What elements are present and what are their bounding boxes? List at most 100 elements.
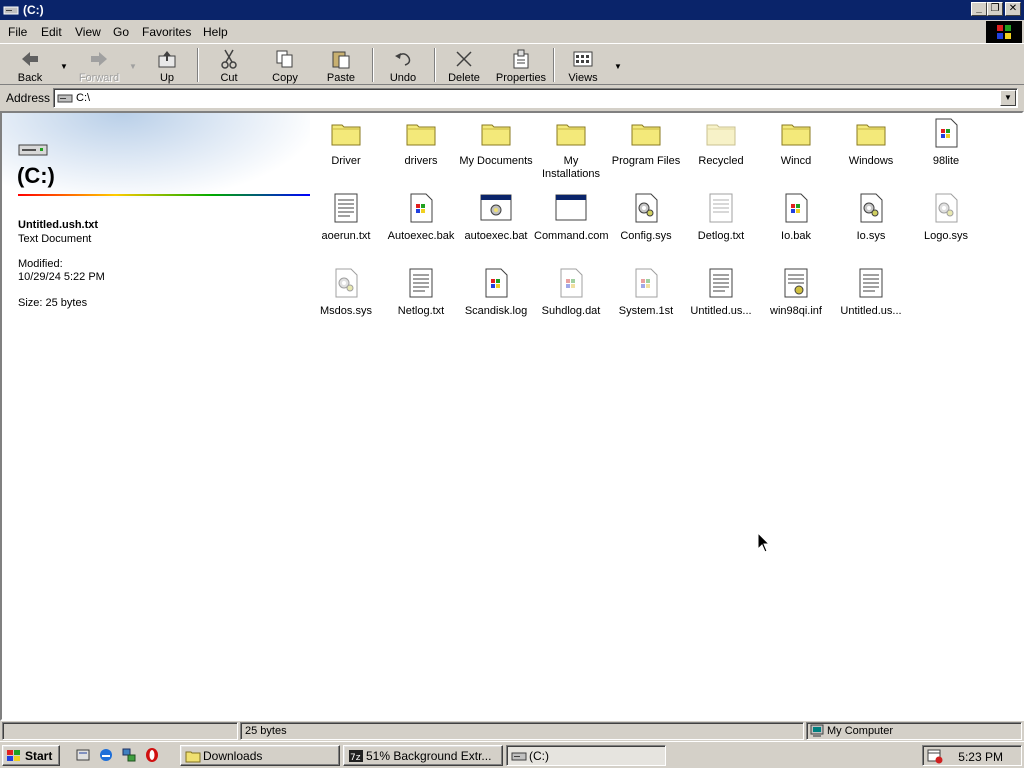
copy-icon xyxy=(276,50,293,68)
back-button[interactable]: Back xyxy=(6,46,54,84)
delete-button[interactable]: Delete xyxy=(443,46,485,84)
file-name: Autoexec.bak xyxy=(387,230,455,242)
file-item[interactable]: Netlog.txt xyxy=(384,267,458,318)
file-item[interactable]: Suhdlog.dat xyxy=(534,267,608,318)
minimize-button[interactable]: _ xyxy=(971,2,987,16)
forward-dropdown-icon[interactable]: ▼ xyxy=(129,62,137,71)
start-button[interactable]: Start xyxy=(2,745,60,766)
properties-label: Properties xyxy=(495,72,547,84)
up-button[interactable]: Up xyxy=(145,46,189,84)
windows-file-icon xyxy=(405,192,437,224)
views-button[interactable]: Views xyxy=(562,46,604,84)
file-item[interactable]: drivers xyxy=(384,117,458,168)
forward-button[interactable]: Forward xyxy=(74,46,124,84)
folder-icon xyxy=(480,117,512,149)
task-downloads[interactable]: Downloads xyxy=(180,745,340,766)
paste-button[interactable]: Paste xyxy=(320,46,362,84)
dos-app-icon xyxy=(555,192,587,224)
windows-file-hidden-icon xyxy=(630,267,662,299)
file-name: Io.bak xyxy=(781,230,811,242)
file-item[interactable]: Scandisk.log xyxy=(459,267,533,318)
text-file-icon xyxy=(855,267,887,299)
address-field[interactable]: C:\ ▼ xyxy=(53,88,1018,108)
file-item[interactable]: My Documents xyxy=(459,117,533,168)
file-item[interactable]: Io.sys xyxy=(834,192,908,243)
copy-button[interactable]: Copy xyxy=(264,46,306,84)
folder-icon xyxy=(330,117,362,149)
folder-icon xyxy=(405,117,437,149)
svg-text:7z: 7z xyxy=(350,753,361,763)
undo-button[interactable]: Undo xyxy=(382,46,424,84)
file-item[interactable]: Detlog.txt xyxy=(684,192,758,243)
file-list: Driver drivers My Documents My Installat… xyxy=(2,113,1022,719)
folder-icon xyxy=(630,117,662,149)
properties-button[interactable]: Properties xyxy=(494,46,548,84)
forward-arrow-icon xyxy=(91,52,107,66)
my-computer-icon xyxy=(810,724,824,737)
windows-file-hidden-icon xyxy=(555,267,587,299)
menu-go[interactable]: Go xyxy=(113,25,129,39)
file-item[interactable]: My Installations xyxy=(534,117,608,181)
undo-icon xyxy=(395,53,411,66)
file-item[interactable]: 98lite xyxy=(909,117,983,168)
file-item[interactable]: aoerun.txt xyxy=(309,192,383,243)
scheduler-icon[interactable] xyxy=(927,748,943,764)
internet-explorer-icon[interactable] xyxy=(98,747,114,763)
drive-icon xyxy=(511,752,527,761)
task-drive-c[interactable]: (C:) xyxy=(506,745,666,766)
opera-icon[interactable] xyxy=(144,747,160,763)
cut-button[interactable]: Cut xyxy=(208,46,250,84)
address-bar: Address C:\ ▼ xyxy=(0,86,1024,110)
file-item[interactable]: Autoexec.bak xyxy=(384,192,458,243)
title-bar[interactable]: (C:) _ ❐ ✕ xyxy=(0,0,1024,20)
file-name: drivers xyxy=(404,155,438,167)
7zip-icon: 7z xyxy=(349,750,363,763)
file-name: win98qi.inf xyxy=(770,305,822,317)
file-item[interactable]: Untitled.us... xyxy=(684,267,758,318)
file-name: My Documents xyxy=(459,155,533,167)
back-dropdown-icon[interactable]: ▼ xyxy=(60,62,68,71)
file-item[interactable]: Driver xyxy=(309,117,383,168)
file-item[interactable]: Program Files xyxy=(609,117,683,168)
menu-edit[interactable]: Edit xyxy=(41,25,62,39)
folder-hidden-icon xyxy=(705,117,737,149)
show-desktop-icon[interactable] xyxy=(75,747,91,763)
file-item[interactable]: Command.com xyxy=(534,192,609,243)
file-item[interactable]: Recycled xyxy=(684,117,758,168)
file-item[interactable]: Windows xyxy=(834,117,908,168)
up-label: Up xyxy=(159,72,175,84)
windows-file-icon xyxy=(780,192,812,224)
file-item[interactable]: Untitled.us... xyxy=(834,267,908,318)
close-button[interactable]: ✕ xyxy=(1005,2,1021,16)
restore-button[interactable]: ❐ xyxy=(987,2,1003,16)
file-item[interactable]: Msdos.sys xyxy=(309,267,383,318)
properties-icon xyxy=(513,49,529,69)
task-label: 51% Background Extr... xyxy=(366,749,492,763)
folder-icon xyxy=(555,117,587,149)
file-name: Msdos.sys xyxy=(320,305,372,317)
taskbar: Start Downloads 7z 51% Background Extr..… xyxy=(0,741,1024,768)
file-item[interactable]: Config.sys xyxy=(609,192,683,243)
menu-view[interactable]: View xyxy=(75,25,101,39)
file-item[interactable]: win98qi.inf xyxy=(759,267,833,318)
task-7zip[interactable]: 7z 51% Background Extr... xyxy=(343,745,503,766)
clock[interactable]: 5:23 PM xyxy=(958,750,1003,764)
menu-file[interactable]: File xyxy=(8,25,27,39)
address-value[interactable]: C:\ xyxy=(76,92,90,104)
menu-favorites[interactable]: Favorites xyxy=(142,25,191,39)
file-item[interactable]: Io.bak xyxy=(759,192,833,243)
delete-label: Delete xyxy=(448,72,480,84)
views-dropdown-icon[interactable]: ▼ xyxy=(614,62,622,71)
file-item[interactable]: autoexec.bat xyxy=(459,192,533,243)
back-arrow-icon xyxy=(22,52,38,66)
menu-help[interactable]: Help xyxy=(203,25,228,39)
file-item[interactable]: Logo.sys xyxy=(909,192,983,243)
mouse-cursor-icon xyxy=(757,532,771,553)
scissors-icon xyxy=(221,49,237,69)
address-dropdown-button[interactable]: ▼ xyxy=(1000,90,1016,106)
file-item[interactable]: System.1st xyxy=(609,267,683,318)
file-item[interactable]: Wincd xyxy=(759,117,833,168)
text-file-icon xyxy=(330,192,362,224)
toolbar: Back ▼ Forward ▼ Up Cut Copy Paste Undo … xyxy=(0,43,1024,85)
network-icon[interactable] xyxy=(121,747,137,763)
